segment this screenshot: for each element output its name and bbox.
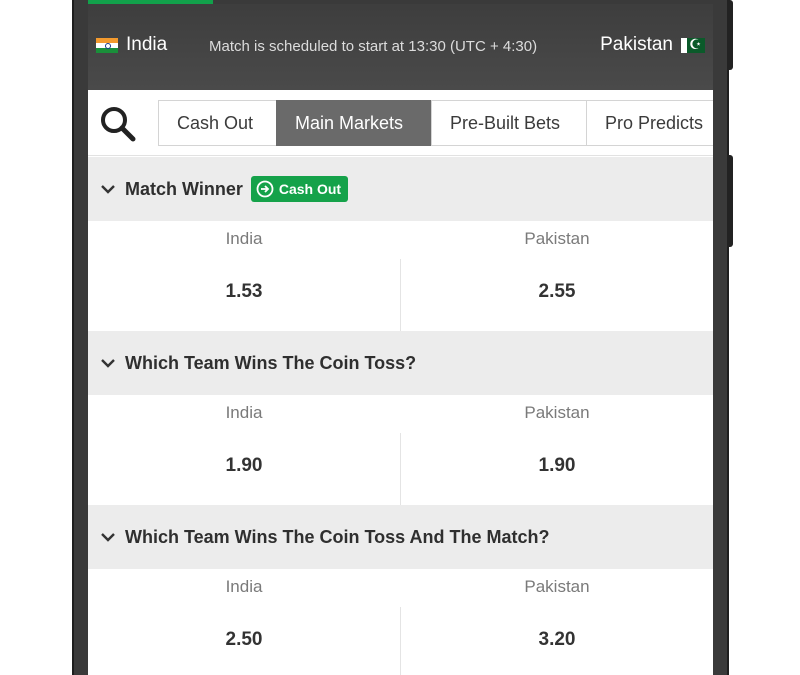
selection-pakistan[interactable]: Pakistan 1.90 [401,395,713,505]
selection-name: Pakistan [524,577,590,596]
selection-odds: 1.90 [538,455,576,476]
tab-cash-out[interactable]: Cash Out [158,100,277,146]
search-button[interactable] [98,104,138,144]
phone-side-button [727,0,733,70]
match-progress-track [88,0,713,4]
selection-odds: 2.50 [225,629,263,650]
phone-side-button [727,155,733,247]
match-status-text: Match is scheduled to start at 13:30 (UT… [209,38,538,55]
selection-name: Pakistan [524,229,590,248]
tab-pre-built-bets[interactable]: Pre-Built Bets [431,100,587,146]
selection-odds: 2.55 [538,281,576,302]
home-team-name: India [126,34,168,55]
market-title: Which Team Wins The Coin Toss? [125,352,417,373]
market-selections: India 1.53 Pakistan 2.55 [88,221,713,331]
selection-india[interactable]: India 2.50 [88,569,400,675]
search-icon [101,107,136,142]
market-header-coin-toss-and-match[interactable]: Which Team Wins The Coin Toss And The Ma… [88,505,713,569]
chevron-down-icon [101,533,115,542]
market-header-match-winner[interactable]: Match Winner Cash Out [88,157,713,221]
selection-name: India [225,577,263,596]
market-title: Which Team Wins The Coin Toss And The Ma… [125,526,550,547]
cash-out-badge-label: Cash Out [278,181,342,197]
market-selections: India 1.90 Pakistan 1.90 [88,395,713,505]
market-header-coin-toss[interactable]: Which Team Wins The Coin Toss? [88,331,713,395]
cash-out-badge: Cash Out [250,176,349,202]
selection-name: India [225,229,263,248]
selection-odds: 1.53 [225,281,263,302]
tab-main-markets[interactable]: Main Markets [276,100,432,146]
match-progress-fill [88,0,213,4]
chevron-down-icon [101,359,115,368]
away-team: Pakistan [600,34,705,56]
india-flag-icon [96,37,118,53]
market-tabs: Cash Out Main Markets Pre-Built Bets Pro… [88,90,713,156]
chevron-down-icon [101,185,115,194]
tab-pro-predicts[interactable]: Pro Predicts [586,100,713,146]
selection-odds: 1.90 [225,455,263,476]
selection-name: Pakistan [524,403,590,422]
selection-pakistan[interactable]: Pakistan 2.55 [401,221,713,331]
cash-out-icon [256,180,274,198]
market-title: Match Winner [125,178,243,199]
pakistan-flag-icon [681,36,705,53]
selection-name: India [225,403,263,422]
selection-odds: 3.20 [538,629,576,650]
home-team: India [96,34,167,56]
selection-india[interactable]: India 1.90 [88,395,400,505]
app-screen: India Match is scheduled to start at 13:… [88,0,713,675]
market-selections: India 2.50 Pakistan 3.20 [88,569,713,675]
match-header: India Match is scheduled to start at 13:… [88,0,713,90]
selection-pakistan[interactable]: Pakistan 3.20 [401,569,713,675]
selection-india[interactable]: India 1.53 [88,221,400,331]
away-team-name: Pakistan [600,34,673,55]
